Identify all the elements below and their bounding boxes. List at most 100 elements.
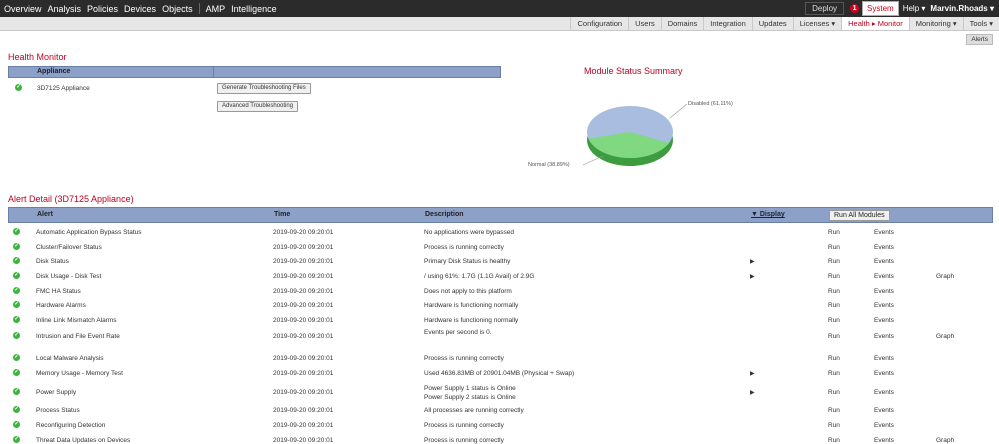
- generate-troubleshooting-button[interactable]: Generate Troubleshooting Files: [217, 83, 311, 94]
- subnav-item[interactable]: Tools ▾: [962, 17, 999, 30]
- alert-time: 2019-09-20 09:20:01: [273, 229, 334, 236]
- alert-name: Reconfiguring Detection: [36, 422, 106, 429]
- health-monitor-title: Health Monitor: [8, 52, 67, 62]
- status-ok-icon: ✓: [13, 257, 20, 264]
- disabled-label: Disabled (61.11%): [688, 101, 733, 107]
- user-menu[interactable]: Marvin.Rhoads ▾: [930, 4, 994, 13]
- top-nav-bar: Overview Analysis Policies Devices Objec…: [0, 0, 999, 17]
- alert-description: No applications were bypassed: [424, 229, 514, 236]
- alert-name: Intrusion and File Event Rate: [36, 333, 120, 340]
- alert-description-line2: Power Supply 2 status is Online: [424, 394, 516, 401]
- status-ok-icon: ✓: [13, 388, 20, 395]
- status-ok-icon: ✓: [13, 228, 20, 235]
- alert-icon[interactable]: 1: [850, 4, 860, 13]
- nav-amp[interactable]: AMP: [206, 4, 226, 14]
- events-link[interactable]: Events: [874, 273, 894, 280]
- run-link[interactable]: Run: [828, 229, 840, 236]
- alert-time: 2019-09-20 09:20:01: [273, 407, 334, 414]
- status-ok-icon: ✓: [13, 316, 20, 323]
- subnav-item[interactable]: Domains: [660, 17, 704, 30]
- alert-time: 2019-09-20 09:20:01: [273, 317, 334, 324]
- expand-arrow-icon[interactable]: ▶: [750, 370, 755, 377]
- nav-overview[interactable]: Overview: [4, 4, 42, 14]
- events-link[interactable]: Events: [874, 258, 894, 265]
- subnav-item[interactable]: Health ▸ Monitor: [841, 17, 909, 30]
- run-link[interactable]: Run: [828, 258, 840, 265]
- run-link[interactable]: Run: [828, 302, 840, 309]
- expand-arrow-icon[interactable]: ▶: [750, 389, 755, 396]
- status-ok-icon: ✓: [13, 301, 20, 308]
- events-link[interactable]: Events: [874, 422, 894, 429]
- normal-label: Normal (38.89%): [528, 162, 570, 168]
- subnav-item[interactable]: Licenses ▾: [792, 17, 841, 30]
- run-link[interactable]: Run: [828, 370, 840, 377]
- top-right-controls: Deploy 1 System Help ▾ Marvin.Rhoads ▾: [805, 0, 999, 17]
- run-link[interactable]: Run: [828, 288, 840, 295]
- display-sort-link[interactable]: ▼ Display: [751, 211, 785, 218]
- nav-policies[interactable]: Policies: [87, 4, 118, 14]
- events-link[interactable]: Events: [874, 333, 894, 340]
- sub-nav: Configuration Users Domains Integration Upda…: [570, 17, 999, 30]
- alert-time: 2019-09-20 09:20:01: [273, 244, 334, 251]
- alert-name: Power Supply: [36, 389, 77, 396]
- subnav-item[interactable]: Updates: [751, 17, 793, 30]
- expand-arrow-icon[interactable]: ▶: [750, 258, 755, 265]
- main-nav: Overview Analysis Policies Devices Objec…: [4, 0, 283, 17]
- nav-devices[interactable]: Devices: [124, 4, 156, 14]
- status-ok-icon: ✓: [13, 243, 20, 250]
- col-description: Description: [425, 211, 464, 218]
- events-link[interactable]: Events: [874, 407, 894, 414]
- status-ok-icon: ✓: [13, 406, 20, 413]
- alert-description: / using 61%: 1.7G (1.1G Avail) of 2.9G: [424, 273, 535, 280]
- events-link[interactable]: Events: [874, 244, 894, 251]
- appliance-column-header: Appliance: [37, 68, 71, 75]
- advanced-troubleshooting-button[interactable]: Advanced Troubleshooting: [217, 101, 299, 112]
- deploy-button[interactable]: Deploy: [805, 2, 845, 15]
- col-time: Time: [274, 211, 291, 218]
- run-link[interactable]: Run: [828, 355, 840, 362]
- run-all-modules-button[interactable]: Run All Modules: [829, 210, 890, 221]
- subnav-item[interactable]: Configuration: [570, 17, 628, 30]
- run-link[interactable]: Run: [828, 273, 840, 280]
- run-link[interactable]: Run: [828, 317, 840, 324]
- alert-description: Does not apply to this platform: [424, 288, 512, 295]
- run-link[interactable]: Run: [828, 422, 840, 429]
- events-link[interactable]: Events: [874, 302, 894, 309]
- run-link[interactable]: Run: [828, 407, 840, 414]
- alert-time: 2019-09-20 09:20:01: [273, 273, 334, 280]
- expand-arrow-icon[interactable]: ▶: [750, 273, 755, 280]
- subnav-item[interactable]: Monitoring ▾: [908, 17, 963, 30]
- events-link[interactable]: Events: [874, 389, 894, 396]
- run-link[interactable]: Run: [828, 333, 840, 340]
- events-link[interactable]: Events: [874, 229, 894, 236]
- subnav-item[interactable]: Integration: [703, 17, 751, 30]
- sub-nav-bar: Configuration Users Domains Integration Upda…: [0, 17, 999, 31]
- subnav-item[interactable]: Users: [628, 17, 661, 30]
- nav-intelligence[interactable]: Intelligence: [231, 4, 277, 14]
- alert-table-header: Alert Time Description ▼ Display Run All…: [8, 207, 993, 223]
- alert-description: Primary Disk Status is healthy: [424, 258, 511, 265]
- events-link[interactable]: Events: [874, 317, 894, 324]
- graph-link[interactable]: Graph: [936, 273, 954, 280]
- system-menu[interactable]: System: [862, 1, 899, 16]
- alert-time: 2019-09-20 09:20:01: [273, 258, 334, 265]
- alert-description: Events per second is 0.: [424, 329, 492, 336]
- events-link[interactable]: Events: [874, 370, 894, 377]
- status-ok-icon: ✓: [13, 436, 20, 443]
- appliance-table-header: Appliance: [8, 66, 501, 78]
- run-link[interactable]: Run: [828, 389, 840, 396]
- col-alert: Alert: [37, 211, 53, 218]
- help-menu[interactable]: Help ▾: [903, 4, 926, 13]
- graph-link[interactable]: Graph: [936, 333, 954, 340]
- alert-description: Process is running correctly: [424, 422, 504, 429]
- nav-analysis[interactable]: Analysis: [48, 4, 82, 14]
- status-ok-icon: ✓: [15, 84, 22, 91]
- events-link[interactable]: Events: [874, 355, 894, 362]
- events-link[interactable]: Events: [874, 288, 894, 295]
- alerts-button[interactable]: Alerts: [966, 34, 993, 45]
- alert-description: Used 4636.83MB of 20901.04MB (Physical +…: [424, 370, 575, 377]
- status-ok-icon: ✓: [13, 272, 20, 279]
- alert-name: Disk Status: [36, 258, 69, 265]
- run-link[interactable]: Run: [828, 244, 840, 251]
- nav-objects[interactable]: Objects: [162, 4, 193, 14]
